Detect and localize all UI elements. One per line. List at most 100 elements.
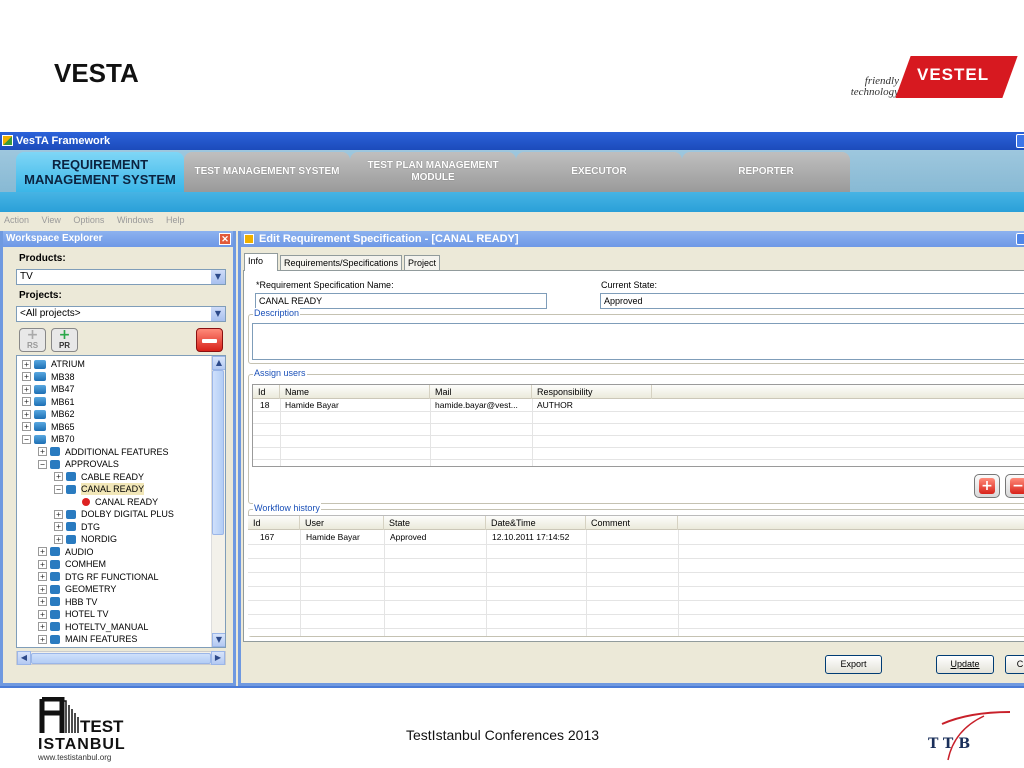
tree-item[interactable]: + DOLBY DIGITAL PLUS xyxy=(54,508,174,521)
close-button[interactable]: C xyxy=(1005,655,1024,674)
tree-item[interactable]: + MHP xyxy=(38,646,85,648)
description-field[interactable] xyxy=(252,323,1024,360)
table-cell[interactable]: Hamide Bayar xyxy=(302,531,384,543)
scroll-up-icon[interactable]: ▲ xyxy=(212,356,225,370)
collapse-icon[interactable]: − xyxy=(38,459,47,469)
tab-project[interactable]: Project xyxy=(404,255,441,270)
expand-icon[interactable]: + xyxy=(38,622,47,632)
tree-item[interactable]: + COMHEM xyxy=(38,558,106,571)
add-user-button[interactable]: + xyxy=(974,474,1000,498)
expand-icon[interactable]: + xyxy=(22,422,31,432)
tree-item[interactable]: CANAL READY xyxy=(70,496,158,509)
export-button[interactable]: Export xyxy=(825,655,882,674)
table-cell[interactable]: hamide.bayar@vest... xyxy=(431,399,531,411)
tree-item[interactable]: + DTG RF FUNCTIONAL xyxy=(38,571,159,584)
column-header[interactable]: Comment xyxy=(586,516,678,530)
tree-hscroll-thumb[interactable] xyxy=(31,653,211,664)
tree-item[interactable]: + HOTELTV_MANUAL xyxy=(38,621,148,634)
menu-view[interactable]: View xyxy=(42,215,61,225)
expand-icon[interactable]: + xyxy=(38,597,47,607)
close-icon[interactable]: ✕ xyxy=(219,233,231,245)
tree-item[interactable]: + GEOMETRY xyxy=(38,583,116,596)
column-header[interactable]: State xyxy=(384,516,486,530)
expand-icon[interactable]: + xyxy=(54,534,63,544)
tree-item[interactable]: + MB61 xyxy=(22,396,75,409)
expand-icon[interactable]: + xyxy=(54,509,63,519)
column-header[interactable]: Id xyxy=(253,385,280,399)
remove-user-button[interactable]: − xyxy=(1005,474,1024,498)
tree-item[interactable]: + CABLE READY xyxy=(54,471,144,484)
expand-icon[interactable]: + xyxy=(22,359,31,369)
tree-item[interactable]: + MB65 xyxy=(22,421,75,434)
tree-item[interactable]: − MB70 xyxy=(22,433,75,446)
chevron-down-icon[interactable]: ▼ xyxy=(211,307,225,321)
expand-icon[interactable]: + xyxy=(54,522,63,532)
expand-icon[interactable]: + xyxy=(22,372,31,382)
tree-hscrollbar[interactable]: ◀ ▶ xyxy=(16,651,226,665)
projects-select[interactable]: <All projects> ▼ xyxy=(16,306,226,322)
maximize-icon[interactable] xyxy=(1016,134,1024,148)
expand-icon[interactable]: + xyxy=(22,397,31,407)
expand-icon[interactable]: + xyxy=(22,409,31,419)
expand-icon[interactable]: + xyxy=(38,559,47,569)
collapse-icon[interactable]: − xyxy=(54,484,63,494)
expand-icon[interactable]: + xyxy=(22,384,31,394)
products-select[interactable]: TV ▼ xyxy=(16,269,226,285)
remove-button[interactable] xyxy=(196,328,223,352)
tree-item[interactable]: + NORDIG xyxy=(54,533,117,546)
tab-requirements[interactable]: Requirements/Specifications xyxy=(280,255,403,270)
table-cell[interactable]: Hamide Bayar xyxy=(281,399,429,411)
expand-icon[interactable]: + xyxy=(38,647,47,648)
menu-windows[interactable]: Windows xyxy=(117,215,154,225)
tab-reporter[interactable]: REPORTER xyxy=(682,152,850,192)
column-header[interactable]: Mail xyxy=(430,385,532,399)
table-cell[interactable]: 167 xyxy=(256,531,300,543)
tree-scrollbar[interactable]: ▲ ▼ xyxy=(211,356,225,647)
scroll-down-icon[interactable]: ▼ xyxy=(212,633,225,647)
tab-test-management[interactable]: TEST MANAGEMENT SYSTEM xyxy=(184,152,350,192)
tab-test-plan-management[interactable]: TEST PLAN MANAGEMENT MODULE xyxy=(350,152,516,192)
column-header[interactable]: Responsibility xyxy=(532,385,652,399)
table-cell[interactable]: 18 xyxy=(256,399,280,411)
collapse-icon[interactable]: − xyxy=(22,434,31,444)
tree-item[interactable]: + MAIN FEATURES xyxy=(38,633,137,646)
scroll-right-icon[interactable]: ▶ xyxy=(211,651,225,665)
expand-icon[interactable]: + xyxy=(38,447,47,457)
column-header[interactable]: Id xyxy=(248,516,300,530)
tree-item[interactable]: + ATRIUM xyxy=(22,358,85,371)
expand-icon[interactable]: + xyxy=(38,572,47,582)
tree-item[interactable]: − CANAL READY xyxy=(54,483,145,496)
chevron-down-icon[interactable]: ▼ xyxy=(211,270,225,284)
tree-item[interactable]: + ADDITIONAL FEATURES xyxy=(38,446,169,459)
expand-icon[interactable]: + xyxy=(38,609,47,619)
menu-help[interactable]: Help xyxy=(166,215,185,225)
menu-options[interactable]: Options xyxy=(73,215,104,225)
update-button[interactable]: Update xyxy=(936,655,994,674)
tree-item[interactable]: + DTG xyxy=(54,521,100,534)
tree-item[interactable]: + AUDIO xyxy=(38,546,94,559)
tree-item[interactable]: + MB47 xyxy=(22,383,75,396)
tree-item[interactable]: + HOTEL TV xyxy=(38,608,109,621)
tree-scroll-thumb[interactable] xyxy=(212,370,224,535)
expand-icon[interactable]: + xyxy=(38,634,47,644)
tree-item[interactable]: − APPROVALS xyxy=(38,458,119,471)
name-field[interactable]: CANAL READY xyxy=(255,293,547,309)
expand-icon[interactable]: + xyxy=(54,472,63,482)
tab-info[interactable]: Info xyxy=(244,253,278,271)
column-header[interactable]: Date&Time xyxy=(486,516,586,530)
expand-icon[interactable]: + xyxy=(38,547,47,557)
table-cell[interactable]: Approved xyxy=(386,531,486,543)
expand-icon[interactable]: + xyxy=(38,584,47,594)
tab-executor[interactable]: EXECUTOR xyxy=(516,152,682,192)
tab-requirement-management[interactable]: REQUIREMENT MANAGEMENT SYSTEM xyxy=(16,152,184,192)
table-cell[interactable]: AUTHOR xyxy=(533,399,651,411)
tree-item[interactable]: + MB62 xyxy=(22,408,75,421)
scroll-left-icon[interactable]: ◀ xyxy=(17,651,31,665)
tree-item[interactable]: + MB38 xyxy=(22,371,75,384)
column-header[interactable]: User xyxy=(300,516,384,530)
tree-item[interactable]: + HBB TV xyxy=(38,596,97,609)
add-rs-button[interactable]: + RS xyxy=(19,328,46,352)
add-pr-button[interactable]: + PR xyxy=(51,328,78,352)
menu-action[interactable]: Action xyxy=(4,215,29,225)
table-cell[interactable]: 12.10.2011 17:14:52 xyxy=(488,531,586,543)
